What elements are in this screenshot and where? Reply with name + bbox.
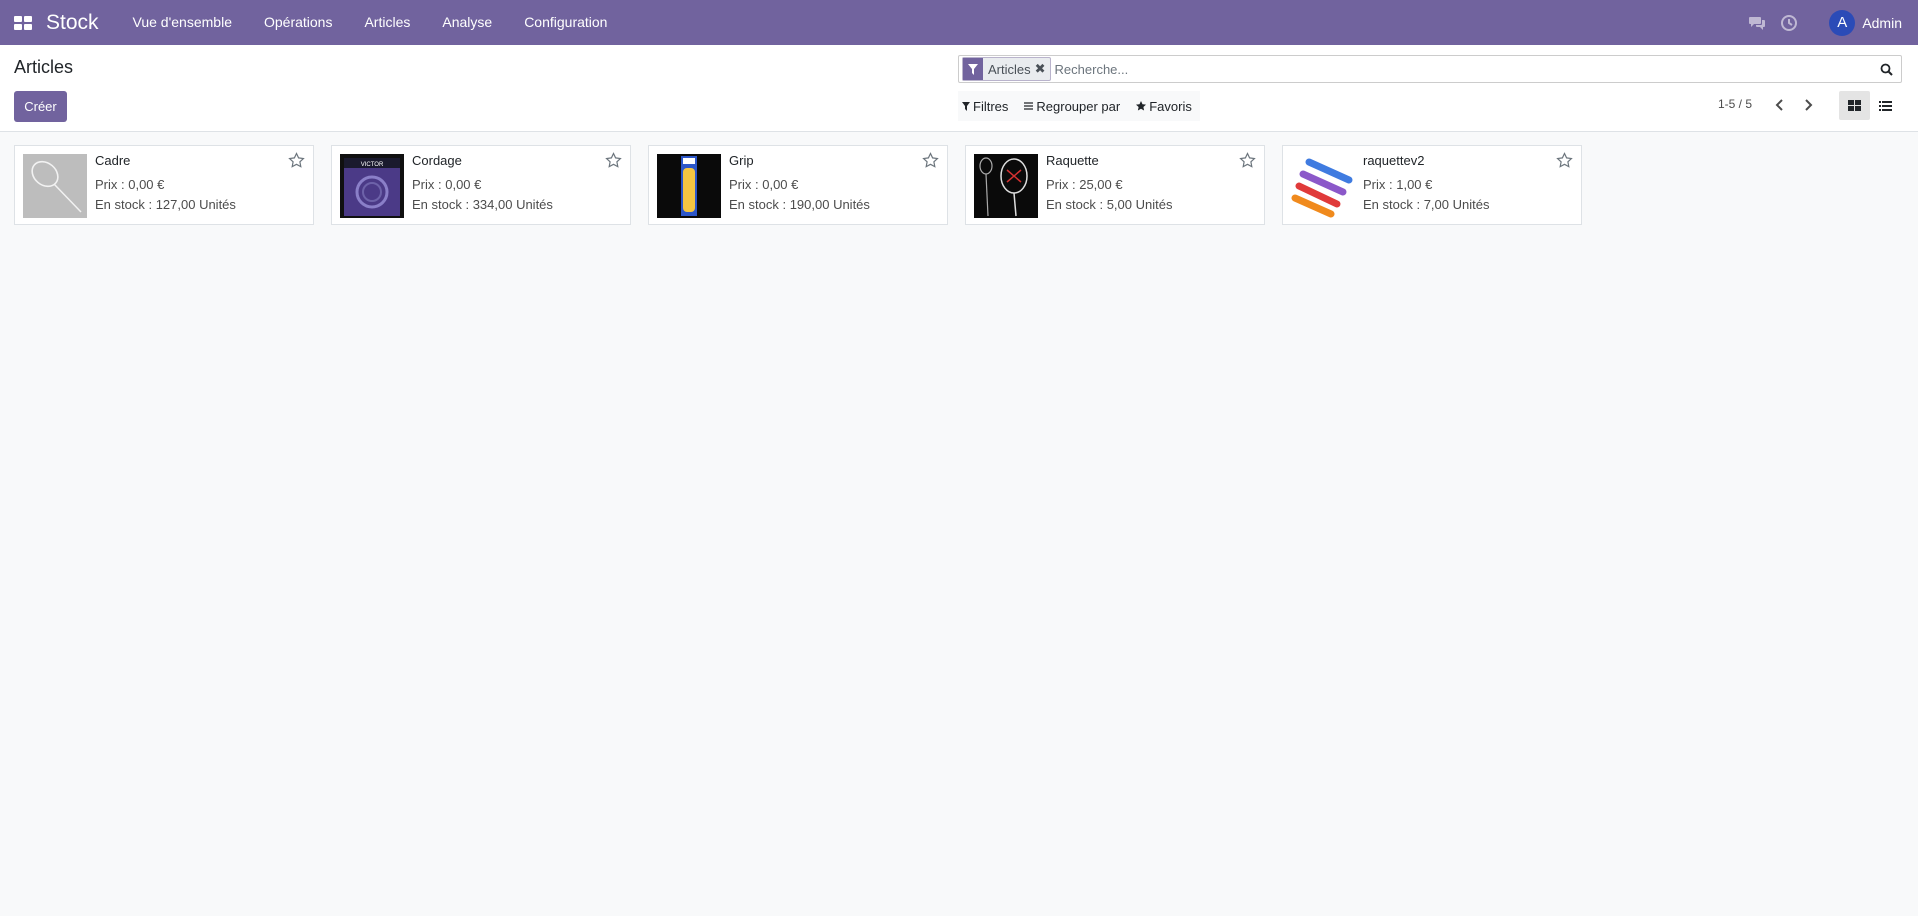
product-price: Prix : 0,00 € <box>412 177 482 192</box>
search-icon[interactable] <box>1875 58 1897 80</box>
search-facet: Articles ✖ <box>962 57 1051 81</box>
apps-menu-icon[interactable] <box>14 15 32 30</box>
product-price: Prix : 25,00 € <box>1046 177 1123 192</box>
user-name[interactable]: Admin <box>1862 15 1902 31</box>
kanban-view: Cadre Prix : 0,00 € En stock : 127,00 Un… <box>14 145 1582 225</box>
group-by-button[interactable]: Regrouper par <box>1024 99 1120 114</box>
search-bar: Articles ✖ <box>958 55 1902 83</box>
product-name: Grip <box>729 153 754 168</box>
menu-articles[interactable]: Articles <box>348 0 426 45</box>
menu-configuration[interactable]: Configuration <box>508 0 623 45</box>
product-price: Prix : 0,00 € <box>95 177 165 192</box>
filter-bar: Filtres Regrouper par Favoris <box>958 91 1200 121</box>
product-price: Prix : 1,00 € <box>1363 177 1433 192</box>
list-view-button[interactable] <box>1870 91 1901 120</box>
facet-label: Articles <box>988 61 1031 77</box>
product-card[interactable]: Cadre Prix : 0,00 € En stock : 127,00 Un… <box>14 145 314 225</box>
star-filled-icon <box>1136 101 1147 111</box>
create-button[interactable]: Créer <box>14 91 67 122</box>
product-card[interactable]: raquettev2 Prix : 1,00 € En stock : 7,00… <box>1282 145 1582 225</box>
product-card[interactable]: Raquette Prix : 25,00 € En stock : 5,00 … <box>965 145 1265 225</box>
funnel-icon <box>962 101 970 111</box>
group-by-label: Regrouper par <box>1036 98 1121 114</box>
product-image-string-pack: VICTOR <box>340 154 404 218</box>
favorite-star-icon[interactable] <box>922 152 939 169</box>
menu-analyse[interactable]: Analyse <box>426 0 508 45</box>
product-name: Cordage <box>412 153 462 168</box>
product-image-grips-colored <box>1291 154 1355 218</box>
bars-icon <box>1024 102 1034 110</box>
product-image-racket <box>974 154 1038 218</box>
product-stock: En stock : 334,00 Unités <box>412 197 553 212</box>
favorites-label: Favoris <box>1149 98 1192 114</box>
product-stock: En stock : 190,00 Unités <box>729 197 870 212</box>
menu-operations[interactable]: Opérations <box>248 0 348 45</box>
pager-value[interactable]: 1-5 / 5 <box>1718 97 1752 111</box>
product-name: Cadre <box>95 153 131 168</box>
list-icon <box>1879 100 1892 111</box>
product-image-grip-pack <box>657 154 721 218</box>
product-card[interactable]: Grip Prix : 0,00 € En stock : 190,00 Uni… <box>648 145 948 225</box>
svg-text:VICTOR: VICTOR <box>361 162 384 168</box>
user-avatar[interactable]: A <box>1829 9 1856 36</box>
favorite-star-icon[interactable] <box>605 152 622 169</box>
chevron-left-icon[interactable] <box>1772 97 1788 113</box>
product-price: Prix : 0,00 € <box>729 177 799 192</box>
top-navbar: Stock Vue d'ensemble Opérations Articles… <box>0 0 1918 45</box>
product-stock: En stock : 127,00 Unités <box>95 197 236 212</box>
product-card[interactable]: VICTOR Cordage Prix : 0,00 € En stock : … <box>331 145 631 225</box>
product-name: raquettev2 <box>1363 153 1425 168</box>
product-stock: En stock : 7,00 Unités <box>1363 197 1490 212</box>
product-image-racket-frame <box>23 154 87 218</box>
search-input[interactable] <box>1050 56 1875 82</box>
product-stock: En stock : 5,00 Unités <box>1046 197 1173 212</box>
filter-icon <box>963 58 983 80</box>
favorite-star-icon[interactable] <box>1556 152 1573 169</box>
filters-button[interactable]: Filtres <box>962 99 1008 114</box>
kanban-view-button[interactable] <box>1839 91 1870 120</box>
favorites-button[interactable]: Favoris <box>1136 99 1192 114</box>
navbar-right: A Admin <box>1741 0 1918 45</box>
app-brand[interactable]: Stock <box>46 11 99 35</box>
filters-label: Filtres <box>973 98 1009 114</box>
chevron-right-icon[interactable] <box>1800 97 1816 113</box>
favorite-star-icon[interactable] <box>1239 152 1256 169</box>
clock-icon[interactable] <box>1780 14 1798 32</box>
favorite-star-icon[interactable] <box>288 152 305 169</box>
page-title: Articles <box>14 57 74 77</box>
remove-facet-icon[interactable]: ✖ <box>1035 61 1050 77</box>
kanban-grid-icon <box>1848 100 1861 111</box>
product-name: Raquette <box>1046 153 1099 168</box>
chat-icon[interactable] <box>1748 14 1766 32</box>
menu-vue-ensemble[interactable]: Vue d'ensemble <box>117 0 248 45</box>
view-switcher <box>1839 91 1901 120</box>
control-panel: Articles Créer Articles ✖ Filtres Regrou… <box>0 45 1918 132</box>
